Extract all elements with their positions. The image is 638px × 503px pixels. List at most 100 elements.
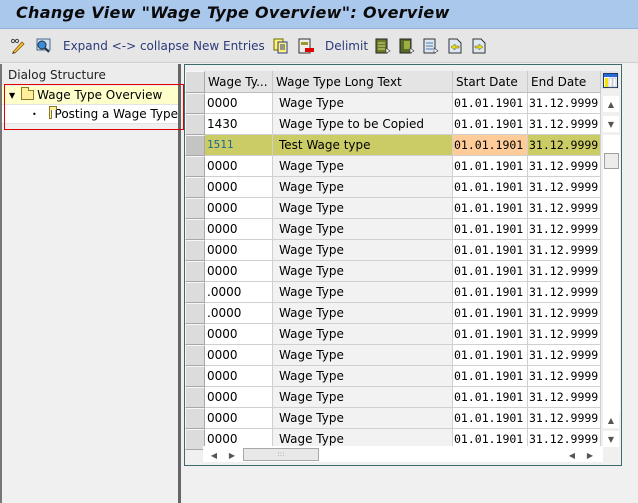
row-selector[interactable] xyxy=(185,93,205,114)
start-date-cell[interactable]: 01.01.1901 xyxy=(453,387,528,408)
horizontal-scroll-thumb[interactable]: ::: xyxy=(243,448,319,461)
long-text-cell[interactable]: Wage Type xyxy=(273,387,453,408)
wage-type-cell[interactable]: 0000 xyxy=(205,387,273,408)
table-row[interactable]: .0000 Wage Type 01.01.1901 31.12.9999 xyxy=(185,282,601,303)
long-text-cell[interactable]: Wage Type xyxy=(273,261,453,282)
long-text-cell[interactable]: Wage Type xyxy=(273,240,453,261)
long-text-cell[interactable]: Wage Type to be Copied xyxy=(273,114,453,135)
vertical-scroll-thumb[interactable] xyxy=(604,153,619,169)
wage-type-cell[interactable]: 1511 xyxy=(205,135,273,156)
end-date-cell[interactable]: 31.12.9999 xyxy=(528,303,601,324)
wage-type-cell[interactable]: 0000 xyxy=(205,345,273,366)
table-row[interactable]: 0000 Wage Type 01.01.1901 31.12.9999 xyxy=(185,93,601,114)
end-date-cell[interactable]: 31.12.9999 xyxy=(528,240,601,261)
wage-type-cell[interactable]: 0000 xyxy=(205,219,273,240)
end-date-cell[interactable]: 31.12.9999 xyxy=(528,261,601,282)
long-text-cell[interactable]: Wage Type xyxy=(273,93,453,114)
end-date-cell[interactable]: 31.12.9999 xyxy=(528,177,601,198)
scroll-up-button[interactable]: ▲ xyxy=(603,96,619,112)
scroll-left-column-button[interactable]: ◀ xyxy=(565,448,579,462)
table-row[interactable]: 0000 Wage Type 01.01.1901 31.12.9999 xyxy=(185,408,601,429)
table-row[interactable]: 1511 Test Wage type 01.01.1901 31.12.9999 xyxy=(185,135,601,156)
start-date-cell[interactable]: 01.01.1901 xyxy=(453,345,528,366)
end-date-cell[interactable]: 31.12.9999 xyxy=(528,93,601,114)
wage-type-cell[interactable]: 0000 xyxy=(205,93,273,114)
end-date-cell[interactable]: 31.12.9999 xyxy=(528,135,601,156)
wage-type-cell[interactable]: 0000 xyxy=(205,261,273,282)
wage-type-cell[interactable]: .0000 xyxy=(205,303,273,324)
long-text-cell[interactable]: Test Wage type xyxy=(273,135,453,156)
scroll-right-column-button[interactable]: ▶ xyxy=(583,448,597,462)
start-date-cell[interactable]: 01.01.1901 xyxy=(453,282,528,303)
table-row[interactable]: 0000 Wage Type 01.01.1901 31.12.9999 xyxy=(185,177,601,198)
expand-collapse-button[interactable]: Expand <-> collapse xyxy=(63,37,189,55)
long-text-cell[interactable]: Wage Type xyxy=(273,177,453,198)
start-date-cell[interactable]: 01.01.1901 xyxy=(453,219,528,240)
table-row[interactable]: .0000 Wage Type 01.01.1901 31.12.9999 xyxy=(185,303,601,324)
row-selector[interactable] xyxy=(185,219,205,240)
wage-type-cell[interactable]: 0000 xyxy=(205,324,273,345)
row-selector[interactable] xyxy=(185,408,205,429)
row-selector[interactable] xyxy=(185,324,205,345)
row-selector[interactable] xyxy=(185,429,205,450)
wage-type-cell[interactable]: 0000 xyxy=(205,198,273,219)
end-date-cell[interactable]: 31.12.9999 xyxy=(528,282,601,303)
start-date-cell[interactable]: 01.01.1901 xyxy=(453,303,528,324)
row-selector[interactable] xyxy=(185,303,205,324)
wage-type-cell[interactable]: 0000 xyxy=(205,240,273,261)
start-date-cell[interactable]: 01.01.1901 xyxy=(453,156,528,177)
end-date-cell[interactable]: 31.12.9999 xyxy=(528,387,601,408)
expand-triangle-icon[interactable]: ▼ xyxy=(9,91,15,100)
row-selector[interactable] xyxy=(185,345,205,366)
start-date-cell[interactable]: 01.01.1901 xyxy=(453,198,528,219)
row-selector[interactable] xyxy=(185,156,205,177)
column-header-start-date[interactable]: Start Date xyxy=(453,71,528,93)
long-text-cell[interactable]: Wage Type xyxy=(273,156,453,177)
end-date-cell[interactable]: 31.12.9999 xyxy=(528,198,601,219)
select-block-button[interactable] xyxy=(399,37,415,55)
end-date-cell[interactable]: 31.12.9999 xyxy=(528,366,601,387)
end-date-cell[interactable]: 31.12.9999 xyxy=(528,156,601,177)
deselect-all-button[interactable] xyxy=(423,37,439,55)
table-row[interactable]: 0000 Wage Type 01.01.1901 31.12.9999 xyxy=(185,198,601,219)
long-text-cell[interactable]: Wage Type xyxy=(273,366,453,387)
table-row[interactable]: 0000 Wage Type 01.01.1901 31.12.9999 xyxy=(185,261,601,282)
row-selector[interactable] xyxy=(185,261,205,282)
wage-type-cell[interactable]: 1430 xyxy=(205,114,273,135)
column-header-wage-type[interactable]: Wage Ty... xyxy=(205,71,273,93)
row-selector[interactable] xyxy=(185,114,205,135)
start-date-cell[interactable]: 01.01.1901 xyxy=(453,408,528,429)
start-date-cell[interactable]: 01.01.1901 xyxy=(453,261,528,282)
previous-entry-button[interactable] xyxy=(447,37,463,55)
page-down-button[interactable]: ▼ xyxy=(603,431,619,447)
tree-node-posting-wage-type[interactable]: • Posting a Wage Type xyxy=(2,104,178,124)
start-date-cell[interactable]: 01.01.1901 xyxy=(453,366,528,387)
start-date-cell[interactable]: 01.01.1901 xyxy=(453,324,528,345)
delete-button[interactable] xyxy=(298,37,314,55)
start-date-cell[interactable]: 01.01.1901 xyxy=(453,114,528,135)
vertical-scroll-track[interactable] xyxy=(603,135,620,413)
table-row[interactable]: 0000 Wage Type 01.01.1901 31.12.9999 xyxy=(185,156,601,177)
delimit-button[interactable]: Delimit xyxy=(325,37,368,55)
row-selector[interactable] xyxy=(185,387,205,408)
column-header-long-text[interactable]: Wage Type Long Text xyxy=(273,71,453,93)
display-change-button[interactable] xyxy=(10,37,26,55)
table-row[interactable]: 0000 Wage Type 01.01.1901 31.12.9999 xyxy=(185,324,601,345)
end-date-cell[interactable]: 31.12.9999 xyxy=(528,345,601,366)
table-row[interactable]: 0000 Wage Type 01.01.1901 31.12.9999 xyxy=(185,366,601,387)
table-row[interactable]: 0000 Wage Type 01.01.1901 31.12.9999 xyxy=(185,387,601,408)
wage-type-cell[interactable]: 0000 xyxy=(205,177,273,198)
long-text-cell[interactable]: Wage Type xyxy=(273,282,453,303)
row-selector[interactable] xyxy=(185,240,205,261)
table-row[interactable]: 0000 Wage Type 01.01.1901 31.12.9999 xyxy=(185,240,601,261)
find-button[interactable] xyxy=(35,37,51,55)
copy-as-button[interactable] xyxy=(273,37,289,55)
long-text-cell[interactable]: Wage Type xyxy=(273,198,453,219)
wage-type-cell[interactable]: 0000 xyxy=(205,408,273,429)
table-settings-button[interactable] xyxy=(601,71,619,89)
table-row[interactable]: 1430 Wage Type to be Copied 01.01.1901 31.1… xyxy=(185,114,601,135)
scroll-left-button[interactable]: ◀ xyxy=(207,448,221,462)
long-text-cell[interactable]: Wage Type xyxy=(273,303,453,324)
long-text-cell[interactable]: Wage Type xyxy=(273,408,453,429)
scroll-down-button[interactable]: ▼ xyxy=(603,116,619,132)
